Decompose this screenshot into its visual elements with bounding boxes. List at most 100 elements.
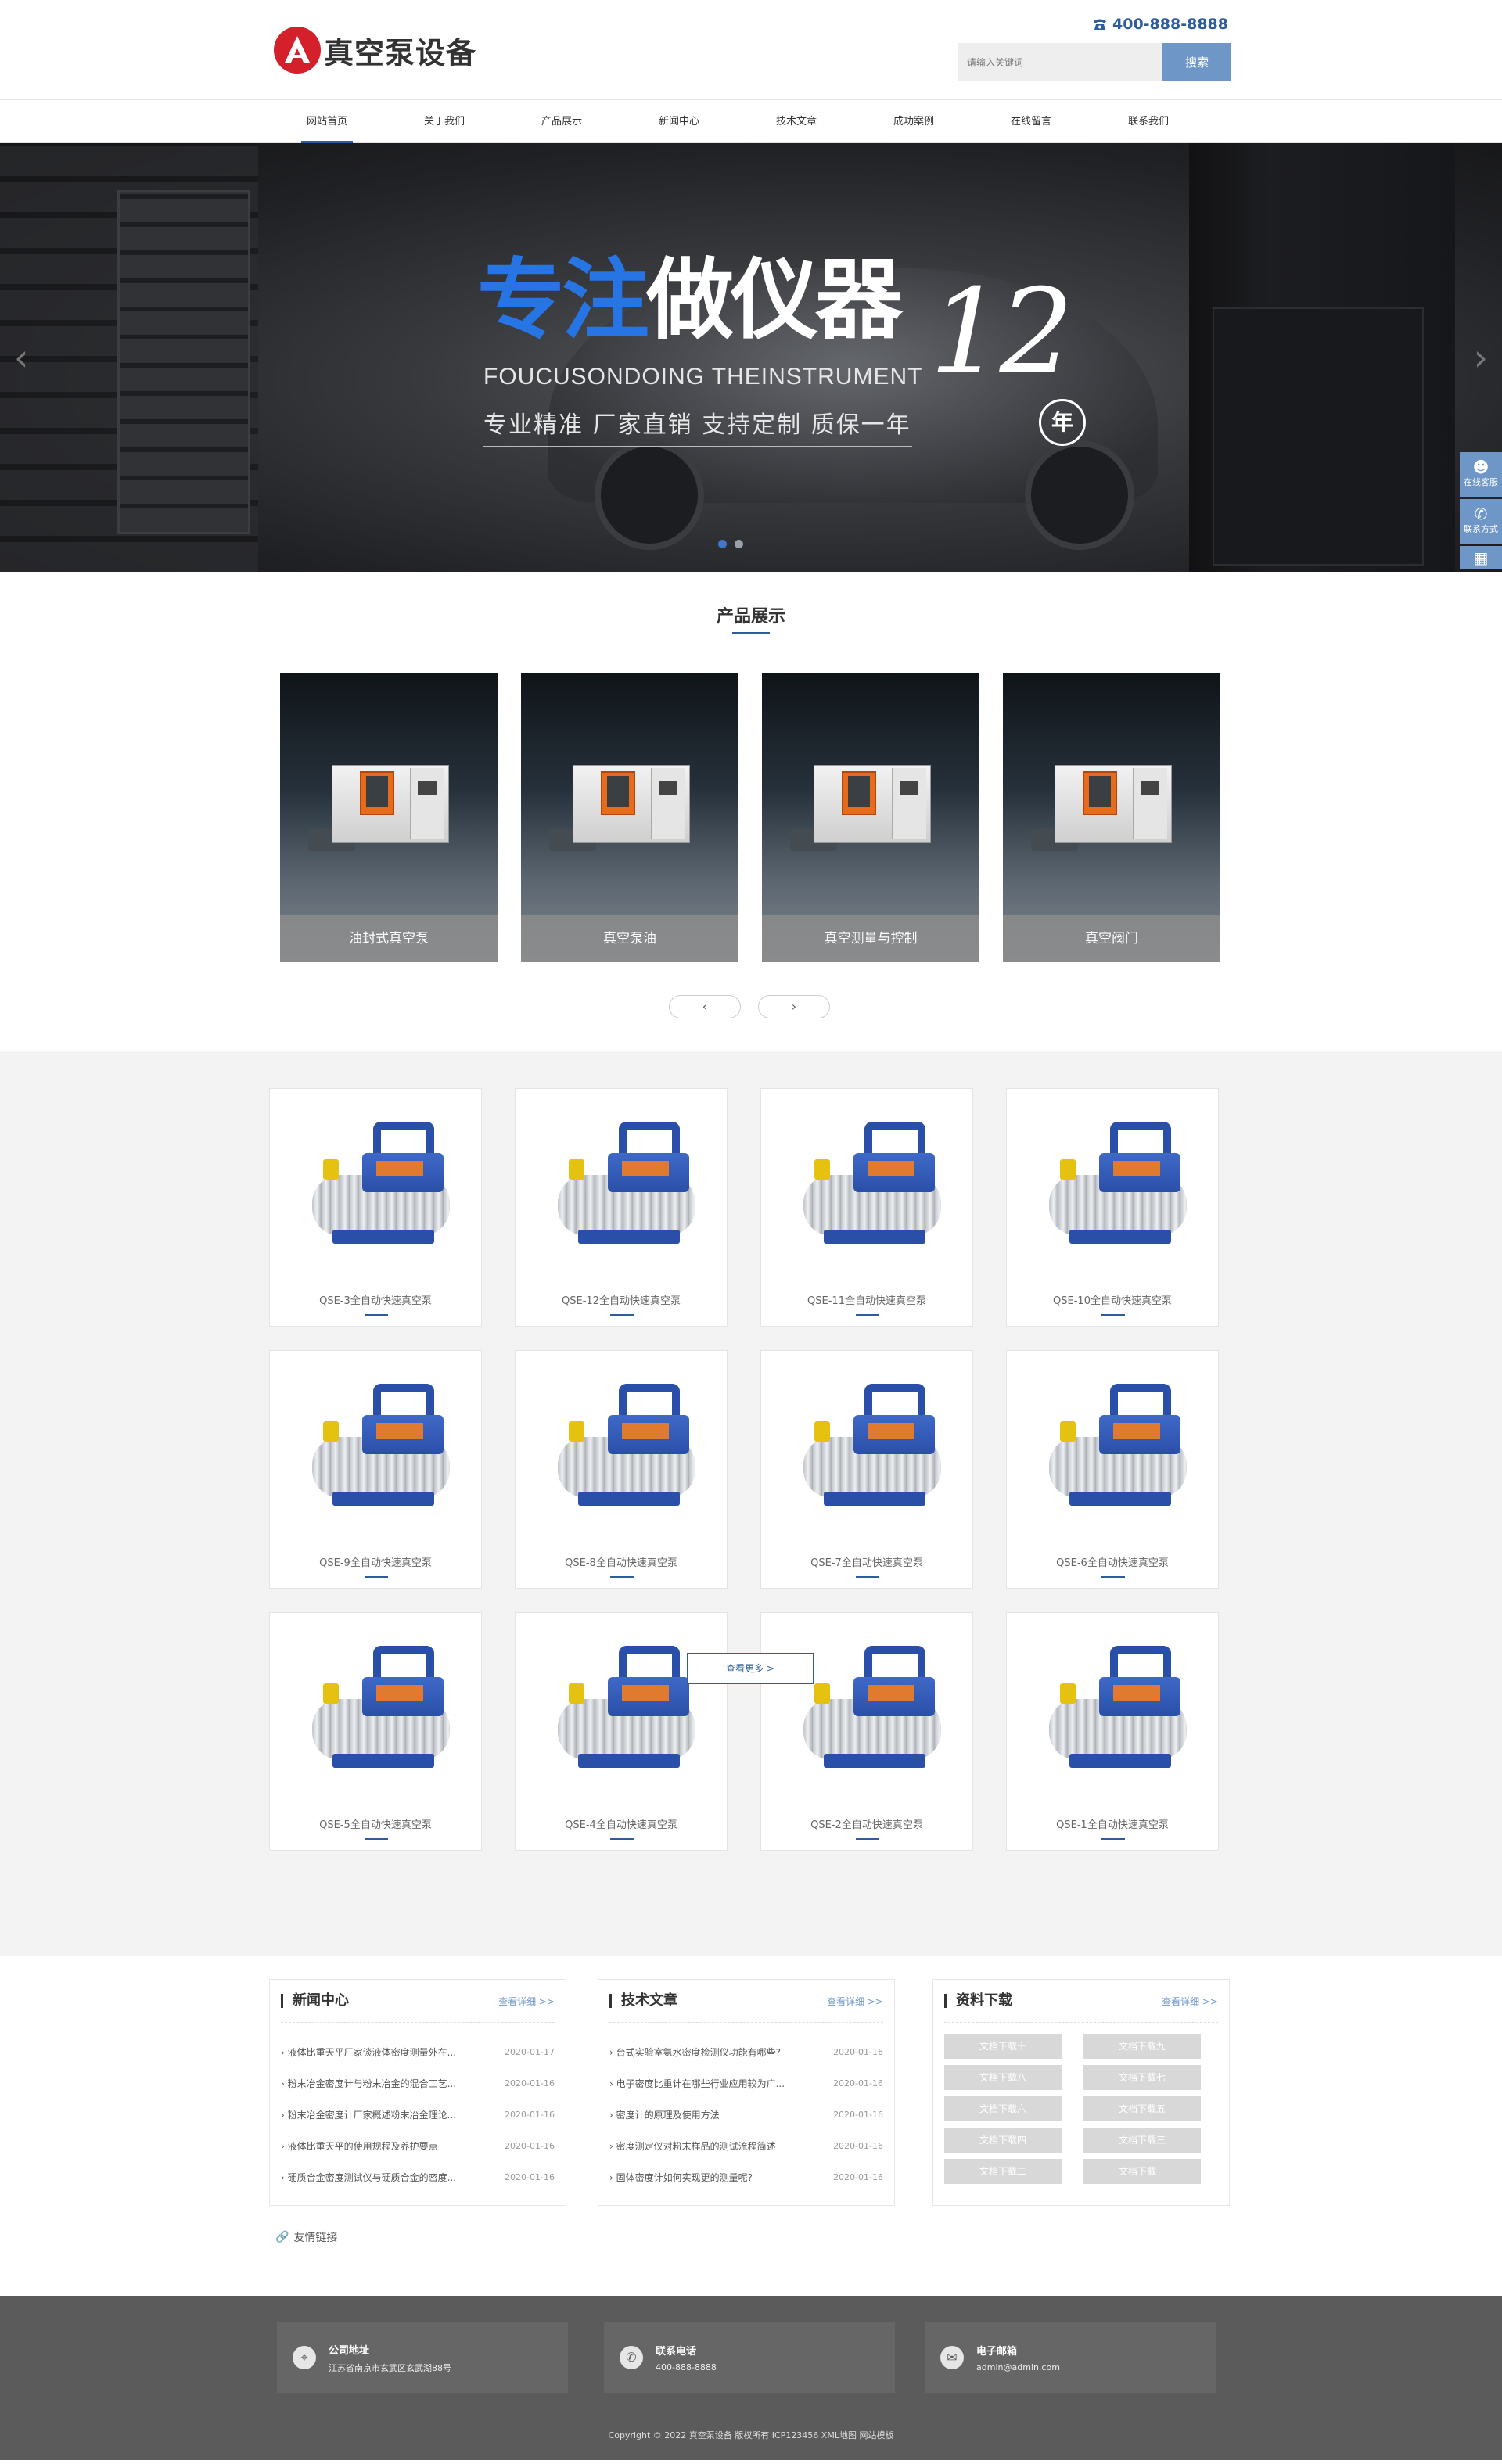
footer-address-label: 公司地址 (329, 2344, 370, 2357)
nav-item-news[interactable]: 新闻中心 (620, 100, 738, 143)
list-item-text: › 台式实验室氨水密度检测仪功能有哪些? (609, 2047, 781, 2058)
product-item[interactable]: QSE-3全自动快速真空泵 (269, 1088, 482, 1327)
product-item[interactable]: QSE-11全自动快速真空泵 (760, 1088, 973, 1327)
product-item[interactable]: QSE-12全自动快速真空泵 (515, 1088, 728, 1327)
footer-phone-label: 联系电话 (656, 2346, 697, 2358)
product-item[interactable]: QSE-5全自动快速真空泵 (269, 1612, 482, 1851)
list-item-text: › 硬质合金密度测试仪与硬质合金的密度... (281, 2172, 457, 2183)
banner-bg-wheel (595, 440, 704, 550)
nav-item-articles[interactable]: 技术文章 (738, 100, 855, 143)
showcase-card-caption: 真空测量与控制 (762, 915, 979, 962)
list-item[interactable]: › 台式实验室氨水密度检测仪功能有哪些? 2020-01-16 (609, 2037, 883, 2068)
articles-title: 技术文章 (609, 1994, 677, 2008)
product-name: QSE-7全自动快速真空泵 (810, 1557, 923, 1569)
showcase-card-caption: 真空泵油 (521, 915, 738, 962)
footer-email-label: 电子邮箱 (976, 2346, 1018, 2358)
list-item-date: 2020-01-17 (505, 2047, 555, 2057)
nav-item-message[interactable]: 在线留言 (972, 100, 1090, 143)
download-item[interactable]: 文档下载二 (944, 2159, 1062, 2184)
list-item[interactable]: › 硬质合金密度测试仪与硬质合金的密度... 2020-01-16 (281, 2162, 555, 2193)
banner-year-badge: 年 (1039, 399, 1086, 446)
list-item[interactable]: › 密度测定仪对粉末样品的测试流程简述 2020-01-16 (609, 2131, 883, 2162)
banner-slogan-number: 12 (929, 264, 1074, 400)
showcase-card[interactable]: 油封式真空泵 (280, 673, 498, 962)
banner-next-arrow[interactable]: › (1474, 336, 1488, 379)
list-item[interactable]: › 固体密度计如何实现更的测量呢? 2020-01-16 (609, 2162, 883, 2193)
list-item[interactable]: › 液体比重天平厂家谈液体密度测量外在... 2020-01-17 (281, 2037, 555, 2068)
list-item[interactable]: › 密度计的原理及使用方法 2020-01-16 (609, 2099, 883, 2131)
banner-slogan-english: FOUCUSONDOING THEINSTRUMENT (483, 364, 923, 390)
side-tool-contact[interactable]: ✆ 联系方式 (1460, 499, 1502, 544)
pump-image (796, 1646, 941, 1779)
product-item[interactable]: QSE-9全自动快速真空泵 (269, 1350, 482, 1589)
nav-item-contact[interactable]: 联系我们 (1090, 100, 1207, 143)
download-item[interactable]: 文档下载六 (944, 2096, 1062, 2121)
list-item[interactable]: › 粉末冶金密度计与粉末冶金的混合工艺... 2020-01-16 (281, 2068, 555, 2099)
download-item[interactable]: 文档下载七 (1083, 2065, 1201, 2090)
articles-more-link[interactable]: 查看详细 >> (827, 1995, 883, 2008)
showcase-next-button[interactable]: › (758, 995, 830, 1018)
side-tool-label: 联系方式 (1464, 524, 1498, 534)
nav-item-products[interactable]: 产品展示 (503, 100, 620, 143)
downloads-more-link[interactable]: 查看详细 >> (1162, 1995, 1218, 2008)
news-more-link[interactable]: 查看详细 >> (498, 1995, 555, 2008)
download-item[interactable]: 文档下载九 (1083, 2034, 1201, 2059)
product-item[interactable]: QSE-7全自动快速真空泵 (760, 1350, 973, 1589)
product-item[interactable]: QSE-1全自动快速真空泵 (1006, 1612, 1219, 1851)
pump-image (304, 1122, 450, 1255)
news-box: 新闻中心 查看详细 >> › 液体比重天平厂家谈液体密度测量外在... 2020-0… (269, 1979, 566, 2206)
download-item[interactable]: 文档下载一 (1083, 2159, 1201, 2184)
download-item[interactable]: 文档下载十 (944, 2034, 1062, 2059)
side-tool-service[interactable]: ☻ 在线客服 (1460, 452, 1502, 497)
machine-image (308, 757, 449, 851)
showcase-title-underline (732, 632, 770, 634)
pump-image (304, 1384, 450, 1517)
machine-image (790, 757, 931, 851)
view-more-button[interactable]: 查看更多 > (687, 1653, 814, 1684)
site-footer: ⌖ 公司地址 江苏省南京市玄武区玄武湖88号 ✆ 联系电话 400-888-8888… (0, 2296, 1502, 2460)
pump-image (796, 1384, 941, 1517)
showcase-title: 产品展示 (716, 607, 785, 627)
list-item-text: › 液体比重天平厂家谈液体密度测量外在... (281, 2047, 457, 2058)
banner-dots (718, 540, 743, 548)
product-item[interactable]: QSE-6全自动快速真空泵 (1006, 1350, 1219, 1589)
banner-slogan-sub: 专业精准 厂家直销 支持定制 质保一年 (483, 411, 911, 439)
showcase-prev-button[interactable]: ‹ (669, 995, 741, 1018)
product-item[interactable]: QSE-4全自动快速真空泵 (515, 1612, 728, 1851)
download-item[interactable]: 文档下载四 (944, 2128, 1062, 2153)
list-item[interactable]: › 电子密度比重计在哪些行业应用较为广... 2020-01-16 (609, 2068, 883, 2099)
showcase-card[interactable]: 真空阀门 (1003, 673, 1220, 962)
list-item[interactable]: › 液体比重天平的使用规程及养护要点 2020-01-16 (281, 2131, 555, 2162)
nav-item-cases[interactable]: 成功案例 (855, 100, 972, 143)
friend-links-label[interactable]: 友情链接 (293, 2229, 337, 2245)
product-item[interactable]: QSE-8全自动快速真空泵 (515, 1350, 728, 1589)
download-item[interactable]: 文档下载八 (944, 2065, 1062, 2090)
search-button[interactable]: 搜索 (1162, 43, 1231, 81)
list-item[interactable]: › 粉末冶金密度计厂家概述粉末冶金理论... 2020-01-16 (281, 2099, 555, 2131)
banner-dot[interactable] (718, 540, 727, 548)
banner-prev-arrow[interactable]: ‹ (14, 336, 28, 379)
hero-banner (0, 143, 1502, 572)
downloads-box: 资料下载 查看详细 >> 文档下载十 文档下载九 文档下载八 文档下载七 文档下载… (932, 1979, 1230, 2206)
product-name: QSE-10全自动快速真空泵 (1053, 1295, 1172, 1307)
showcase-card[interactable]: 真空测量与控制 (762, 673, 979, 962)
banner-slogan-blue: 专注 (477, 250, 649, 351)
nav-item-home[interactable]: 网站首页 (268, 100, 386, 143)
product-name: QSE-12全自动快速真空泵 (562, 1295, 681, 1307)
side-tool-qrcode[interactable]: ▦ (1460, 546, 1502, 569)
search-input[interactable] (958, 43, 1162, 81)
footer-email-value: admin@admin.com (976, 2362, 1060, 2372)
downloads-title: 资料下载 (944, 1994, 1012, 2008)
nav-item-about[interactable]: 关于我们 (386, 100, 503, 143)
logo[interactable]: 真空泵设备 (274, 27, 476, 74)
showcase-cards: 油封式真空泵 真空泵油 真空测量与控制 真空阀门 (280, 673, 1220, 962)
product-item[interactable]: QSE-10全自动快速真空泵 (1006, 1088, 1219, 1327)
download-item[interactable]: 文档下载五 (1083, 2096, 1201, 2121)
showcase-card[interactable]: 真空泵油 (521, 673, 738, 962)
footer-address: ⌖ 公司地址 江苏省南京市玄武区玄武湖88号 (277, 2322, 568, 2393)
download-item[interactable]: 文档下载三 (1083, 2128, 1201, 2153)
search-bar: 搜索 (958, 43, 1231, 81)
banner-dot[interactable] (735, 540, 743, 548)
location-icon: ⌖ (293, 2346, 316, 2369)
product-item[interactable]: QSE-2全自动快速真空泵 (760, 1612, 973, 1851)
